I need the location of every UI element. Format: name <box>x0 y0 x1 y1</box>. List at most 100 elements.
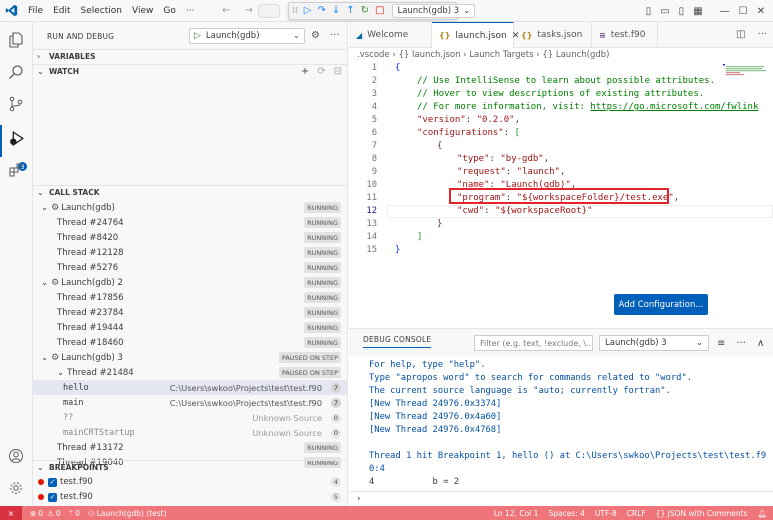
extensions-icon[interactable] <box>6 160 26 180</box>
console-filter-input[interactable]: Filter (e.g. text, !exclude, \... <box>474 335 593 351</box>
call-stack-label: CALL STACK <box>49 188 100 197</box>
breadcrumb-config[interactable]: {} Launch(gdb) <box>542 50 609 60</box>
more-actions-icon[interactable]: ··· <box>757 29 767 40</box>
chevron-down-icon: ⌄ <box>37 463 44 472</box>
language-mode[interactable]: {} JSON with Comments <box>656 509 748 518</box>
tab-welcome[interactable]: ◢ Welcome <box>349 22 432 48</box>
breakpoint-checkbox[interactable]: ✓ <box>48 492 57 502</box>
stop-icon[interactable]: □ <box>375 6 384 16</box>
line-number: 5 <box>371 115 377 125</box>
close-window-icon[interactable]: ✕ <box>757 6 765 17</box>
command-center[interactable] <box>258 4 280 18</box>
customize-layout-icon[interactable]: ▦ <box>693 6 702 17</box>
call-stack-thread[interactable]: Thread #24764 RUNNING <box>33 215 347 230</box>
call-stack-thread[interactable]: Thread #19444 RUNNING <box>33 320 347 335</box>
explorer-icon[interactable] <box>6 30 26 50</box>
call-stack-frame[interactable]: hello C:\Users\swkoo\Projects\test\test.f… <box>33 380 347 395</box>
line-number: 14 <box>366 232 377 242</box>
minimap[interactable] <box>723 64 767 78</box>
call-stack-thread[interactable]: ⌄ Thread #21484 PAUSED ON STEP <box>33 365 347 380</box>
menu-view[interactable]: View <box>132 6 153 16</box>
notifications-bell-icon[interactable]: 🔔︎ <box>757 509 767 518</box>
search-icon[interactable] <box>6 62 26 82</box>
clear-console-icon[interactable]: ≡ <box>717 338 725 349</box>
source-control-icon[interactable] <box>6 94 26 114</box>
line-ending[interactable]: CRLF <box>627 509 646 518</box>
menu-more[interactable]: ··· <box>186 6 195 16</box>
toggle-secondary-sidebar-icon[interactable]: ▯ <box>679 6 685 17</box>
breadcrumb-targets[interactable]: Launch Targets <box>469 50 533 60</box>
problems-status[interactable]: ⊗ 0 ⚠ 0 <box>30 509 61 518</box>
debug-session-select[interactable]: Launch(gdb) 3 ⌄ <box>392 4 476 18</box>
breakpoint-row[interactable]: ✓ test.f90 5 <box>33 490 347 504</box>
more-actions-icon[interactable]: ··· <box>330 30 340 41</box>
breadcrumb-folder[interactable]: .vscode <box>357 50 390 60</box>
call-stack-frame[interactable]: ?? Unknown Source 0 <box>33 410 347 425</box>
call-stack-frame[interactable]: main C:\Users\swkoo\Projects\test\test.f9… <box>33 395 347 410</box>
menu-go[interactable]: Go <box>163 6 175 16</box>
call-stack-frame[interactable]: mainCRTStartup Unknown Source 0 <box>33 425 347 440</box>
minimize-icon[interactable]: — <box>720 6 730 17</box>
start-debugging-icon[interactable]: ▷ <box>194 31 201 41</box>
tab-tasks-json[interactable]: {} tasks.json <box>514 22 592 48</box>
watch-section-header[interactable]: ⌄ WATCH + ⟳ ⊟ <box>33 64 347 78</box>
call-stack-thread[interactable]: Thread #17856 RUNNING <box>33 290 347 305</box>
call-stack-section-header[interactable]: ⌄ CALL STACK <box>33 185 347 199</box>
indentation[interactable]: Spaces: 4 <box>548 509 584 518</box>
breakpoint-row[interactable]: ✓ test.f90 4 <box>33 475 347 489</box>
cursor-position[interactable]: Ln 12, Col 1 <box>494 509 539 518</box>
code-link[interactable]: https://go.microsoft.com/fwlink <box>590 102 758 112</box>
account-icon[interactable] <box>6 446 26 466</box>
step-out-icon[interactable]: ↑ <box>346 6 354 16</box>
call-stack-session[interactable]: ⌄ ⚙ Launch(gdb) 2 RUNNING <box>33 275 347 290</box>
drag-handle-icon[interactable]: ⁞⁞ <box>292 6 298 16</box>
breadcrumb-file[interactable]: {} launch.json <box>398 50 460 60</box>
step-into-icon[interactable]: ↓ <box>332 6 340 16</box>
chevron-down-icon: ⌄ <box>41 277 49 288</box>
maximize-icon[interactable]: ☐ <box>739 6 748 17</box>
variables-section-header[interactable]: › VARIABLES <box>33 49 347 63</box>
menu-edit[interactable]: Edit <box>53 6 70 16</box>
launch-config-select[interactable]: ▷ Launch(gdb) ⌄ <box>189 28 305 44</box>
tab-launch-json[interactable]: {} launch.json ✕ <box>432 22 519 48</box>
call-stack-thread[interactable]: Thread #23784 RUNNING <box>33 305 347 320</box>
refresh-icon[interactable]: ⟳ <box>317 66 325 77</box>
manage-gear-icon[interactable] <box>6 478 26 498</box>
breakpoint-checkbox[interactable]: ✓ <box>48 477 57 487</box>
run-and-debug-icon[interactable] <box>6 128 26 148</box>
back-arrow-icon[interactable]: ← <box>222 5 230 16</box>
open-launch-json-gear-icon[interactable]: ⚙ <box>311 30 320 41</box>
remote-indicator-icon[interactable]: ⨯ <box>0 506 22 520</box>
menu-bar: File Edit Selection View Go ··· <box>28 6 194 16</box>
call-stack-thread[interactable]: Thread #5276 RUNNING <box>33 260 347 275</box>
toggle-sidebar-icon[interactable]: ▯ <box>646 6 652 17</box>
collapse-all-icon[interactable]: ⊟ <box>334 66 342 77</box>
ports-status[interactable]: ᛘ 0 <box>69 509 80 518</box>
call-stack-thread[interactable]: Thread #12128 RUNNING <box>33 245 347 260</box>
add-configuration-button[interactable]: Add Configuration... <box>614 294 708 315</box>
code-comment: // Hover to view descriptions of existin… <box>417 89 705 99</box>
encoding[interactable]: UTF-8 <box>595 509 617 518</box>
call-stack-session[interactable]: ⌄ ⚙ Launch(gdb) RUNNING <box>33 200 347 215</box>
continue-icon[interactable]: ▷ <box>304 6 312 16</box>
breakpoints-section-header[interactable]: ⌄ BREAKPOINTS <box>33 460 347 474</box>
console-input[interactable]: › <box>349 491 773 507</box>
tab-test-f90[interactable]: ≡ test.f90 <box>592 22 658 48</box>
call-stack-thread[interactable]: Thread #8420 RUNNING <box>33 230 347 245</box>
forward-arrow-icon[interactable]: → <box>244 5 252 16</box>
step-over-icon[interactable]: ↷ <box>317 6 325 16</box>
split-editor-icon[interactable]: ◫ <box>736 29 745 40</box>
console-session-select[interactable]: Launch(gdb) 3 ⌄ <box>599 335 709 351</box>
maximize-panel-icon[interactable]: ∧ <box>757 338 764 349</box>
menu-file[interactable]: File <box>28 6 43 16</box>
debug-status[interactable]: ⚇ Launch(gdb) (test) <box>88 509 167 518</box>
call-stack-thread[interactable]: Thread #18460 RUNNING <box>33 335 347 350</box>
tab-debug-console[interactable]: DEBUG CONSOLE <box>363 335 432 348</box>
menu-selection[interactable]: Selection <box>81 6 122 16</box>
call-stack-session[interactable]: ⌄ ⚙ Launch(gdb) 3 PAUSED ON STEP <box>33 350 347 365</box>
call-stack-thread[interactable]: Thread #13172 RUNNING <box>33 440 347 455</box>
restart-icon[interactable]: ↻ <box>361 6 369 16</box>
more-actions-icon[interactable]: ··· <box>736 338 746 349</box>
add-expression-icon[interactable]: + <box>301 66 309 77</box>
toggle-panel-icon[interactable]: ▭ <box>660 6 669 17</box>
